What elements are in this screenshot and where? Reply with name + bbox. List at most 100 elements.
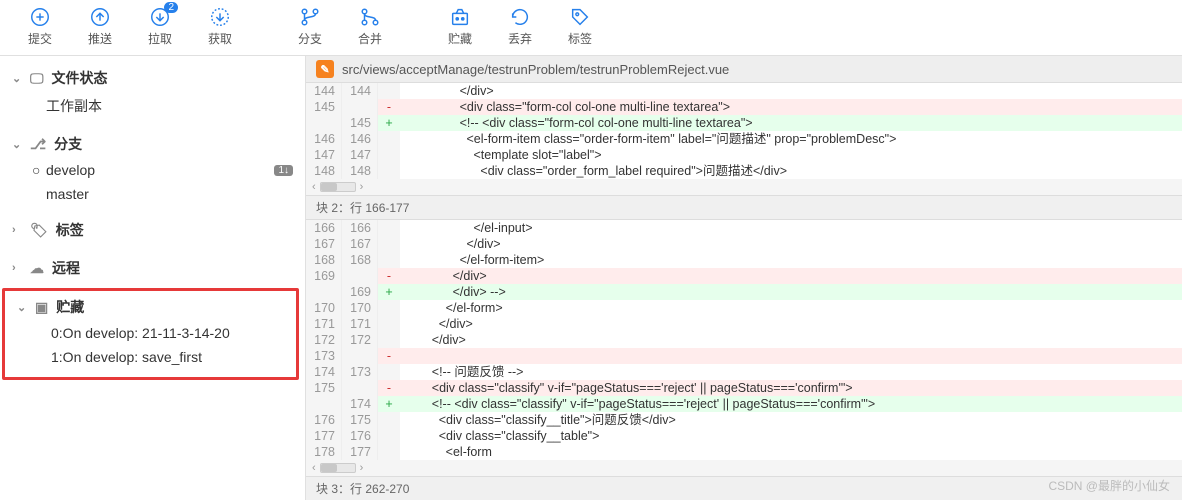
diff-line[interactable]: 175- <div class="classify" v-if="pageSta… [306, 380, 1182, 396]
sidebar-stash-item[interactable]: 0:On develop: 21-11-3-14-20 [5, 321, 296, 345]
commit-button[interactable]: 提交 [10, 4, 70, 47]
code-text: <!-- <div class="form-col col-one multi-… [400, 115, 1182, 131]
scroll-thumb[interactable] [321, 183, 337, 191]
new-line-number: 169 [342, 284, 378, 300]
scroll-right-icon[interactable]: › [360, 462, 364, 474]
diff-marker [378, 252, 400, 268]
commit-label: 提交 [28, 30, 52, 47]
file-pencil-icon: ✎ [316, 60, 334, 78]
diff-line[interactable]: 172172 </div> [306, 332, 1182, 348]
diff-line[interactable]: 177176 <div class="classify__table"> [306, 428, 1182, 444]
branches-label: 分支 [54, 134, 82, 154]
diff-line[interactable]: 168168 </el-form-item> [306, 252, 1182, 268]
horizontal-scroll[interactable]: ‹› [306, 460, 1182, 476]
current-branch-dot-icon: ○ [32, 162, 40, 178]
horizontal-scroll[interactable]: ‹› [306, 179, 1182, 195]
code-text: <el-form-item class="order-form-item" la… [400, 131, 1182, 147]
diff-line[interactable]: 174+ <!-- <div class="classify" v-if="pa… [306, 396, 1182, 412]
sidebar-tags[interactable]: › 🏷 标签 [0, 216, 305, 244]
sidebar-branch-master[interactable]: master [0, 182, 305, 206]
diff-line[interactable]: 147147 <template slot="label"> [306, 147, 1182, 163]
branch-name: develop [46, 162, 95, 178]
scroll-right-icon[interactable]: › [360, 181, 364, 193]
diff-line[interactable]: 144144 </div> [306, 83, 1182, 99]
diff-marker [378, 163, 400, 179]
old-line-number: 146 [306, 131, 342, 147]
old-line-number: 167 [306, 236, 342, 252]
toolbar: 提交 推送 2 拉取 获取 分支 合并 贮藏 丢弃 标签 [0, 0, 1182, 56]
code-text: <template slot="label"> [400, 147, 1182, 163]
code-text: </div> [400, 332, 1182, 348]
sidebar-branch-develop[interactable]: ○develop1↓ [0, 158, 305, 182]
old-line-number: 178 [306, 444, 342, 460]
pull-badge: 2 [164, 2, 178, 13]
diff-line[interactable]: 145- <div class="form-col col-one multi-… [306, 99, 1182, 115]
old-line-number: 176 [306, 412, 342, 428]
diff-marker [378, 236, 400, 252]
chevron-down-icon: ⌄ [12, 138, 22, 151]
chevron-right-icon: › [12, 224, 22, 236]
tag-button[interactable]: 标签 [550, 4, 610, 47]
sidebar-working-copy[interactable]: 工作副本 [0, 92, 305, 120]
diff-line[interactable]: 176175 <div class="classify__title">问题反馈… [306, 412, 1182, 428]
diff-line[interactable]: 170170 </el-form> [306, 300, 1182, 316]
scroll-thumb[interactable] [321, 464, 337, 472]
code-text: <div class="form-col col-one multi-line … [400, 99, 1182, 115]
sidebar-file-status[interactable]: ⌄ 🖵 文件状态 [0, 64, 305, 92]
code-text [400, 348, 1182, 364]
code-text: <div class="classify" v-if="pageStatus==… [400, 380, 1182, 396]
old-line-number: 170 [306, 300, 342, 316]
diff-marker [378, 220, 400, 236]
diff-line[interactable]: 145+ <!-- <div class="form-col col-one m… [306, 115, 1182, 131]
content-pane: ✎ src/views/acceptManage/testrunProblem/… [305, 56, 1182, 500]
code-text: </div> [400, 236, 1182, 252]
branch-small-icon: ⎇ [30, 136, 46, 153]
sidebar-remotes[interactable]: › ☁ 远程 [0, 254, 305, 282]
new-line-number: 173 [342, 364, 378, 380]
diff-line[interactable]: 174173 <!-- 问题反馈 --> [306, 364, 1182, 380]
scroll-left-icon[interactable]: ‹ [312, 181, 316, 193]
chevron-right-icon: › [12, 262, 22, 274]
code-text: </el-form-item> [400, 252, 1182, 268]
discard-button[interactable]: 丢弃 [490, 4, 550, 47]
push-button[interactable]: 推送 [70, 4, 130, 47]
new-line-number: 148 [342, 163, 378, 179]
diff-line[interactable]: 146146 <el-form-item class="order-form-i… [306, 131, 1182, 147]
plus-circle-icon [29, 4, 51, 30]
diff-line[interactable]: 173- [306, 348, 1182, 364]
code-text: <div class="classify__table"> [400, 428, 1182, 444]
sidebar-stashes[interactable]: ⌄ ▣ 贮藏 [5, 293, 296, 321]
scroll-track[interactable] [320, 463, 356, 473]
diff-line[interactable]: 169- </div> [306, 268, 1182, 284]
diff-line[interactable]: 169+ </div> --> [306, 284, 1182, 300]
diff-line[interactable]: 178177 <el-form [306, 444, 1182, 460]
code-text: </div> [400, 83, 1182, 99]
tag-icon [569, 4, 591, 30]
diff-line[interactable]: 167167 </div> [306, 236, 1182, 252]
stash-button[interactable]: 贮藏 [430, 4, 490, 47]
arrow-up-circle-icon [89, 4, 111, 30]
sidebar-stash-item[interactable]: 1:On develop: save_first [5, 345, 296, 369]
tag-small-icon: 🏷 [30, 222, 48, 239]
diff-hunk: 144144 </div>145- <div class="form-col c… [306, 83, 1182, 179]
diff-marker [378, 300, 400, 316]
branch-button[interactable]: 分支 [280, 4, 340, 47]
scroll-track[interactable] [320, 182, 356, 192]
stash-icon [449, 4, 471, 30]
fetch-button[interactable]: 获取 [190, 4, 250, 47]
cloud-icon: ☁ [30, 260, 44, 277]
pull-button[interactable]: 2 拉取 [130, 4, 190, 47]
diff-line[interactable]: 171171 </div> [306, 316, 1182, 332]
scroll-left-icon[interactable]: ‹ [312, 462, 316, 474]
old-line-number [306, 396, 342, 412]
diff-line[interactable]: 166166 </el-input> [306, 220, 1182, 236]
branch-icon [299, 4, 321, 30]
file-path: src/views/acceptManage/testrunProblem/te… [342, 62, 729, 77]
old-line-number: 175 [306, 380, 342, 396]
code-text: <!-- 问题反馈 --> [400, 364, 1182, 380]
sidebar-branches[interactable]: ⌄ ⎇ 分支 [0, 130, 305, 158]
diff-line[interactable]: 148148 <div class="order_form_label requ… [306, 163, 1182, 179]
new-line-number: 145 [342, 115, 378, 131]
merge-button[interactable]: 合并 [340, 4, 400, 47]
code-text: <!-- <div class="classify" v-if="pageSta… [400, 396, 1182, 412]
